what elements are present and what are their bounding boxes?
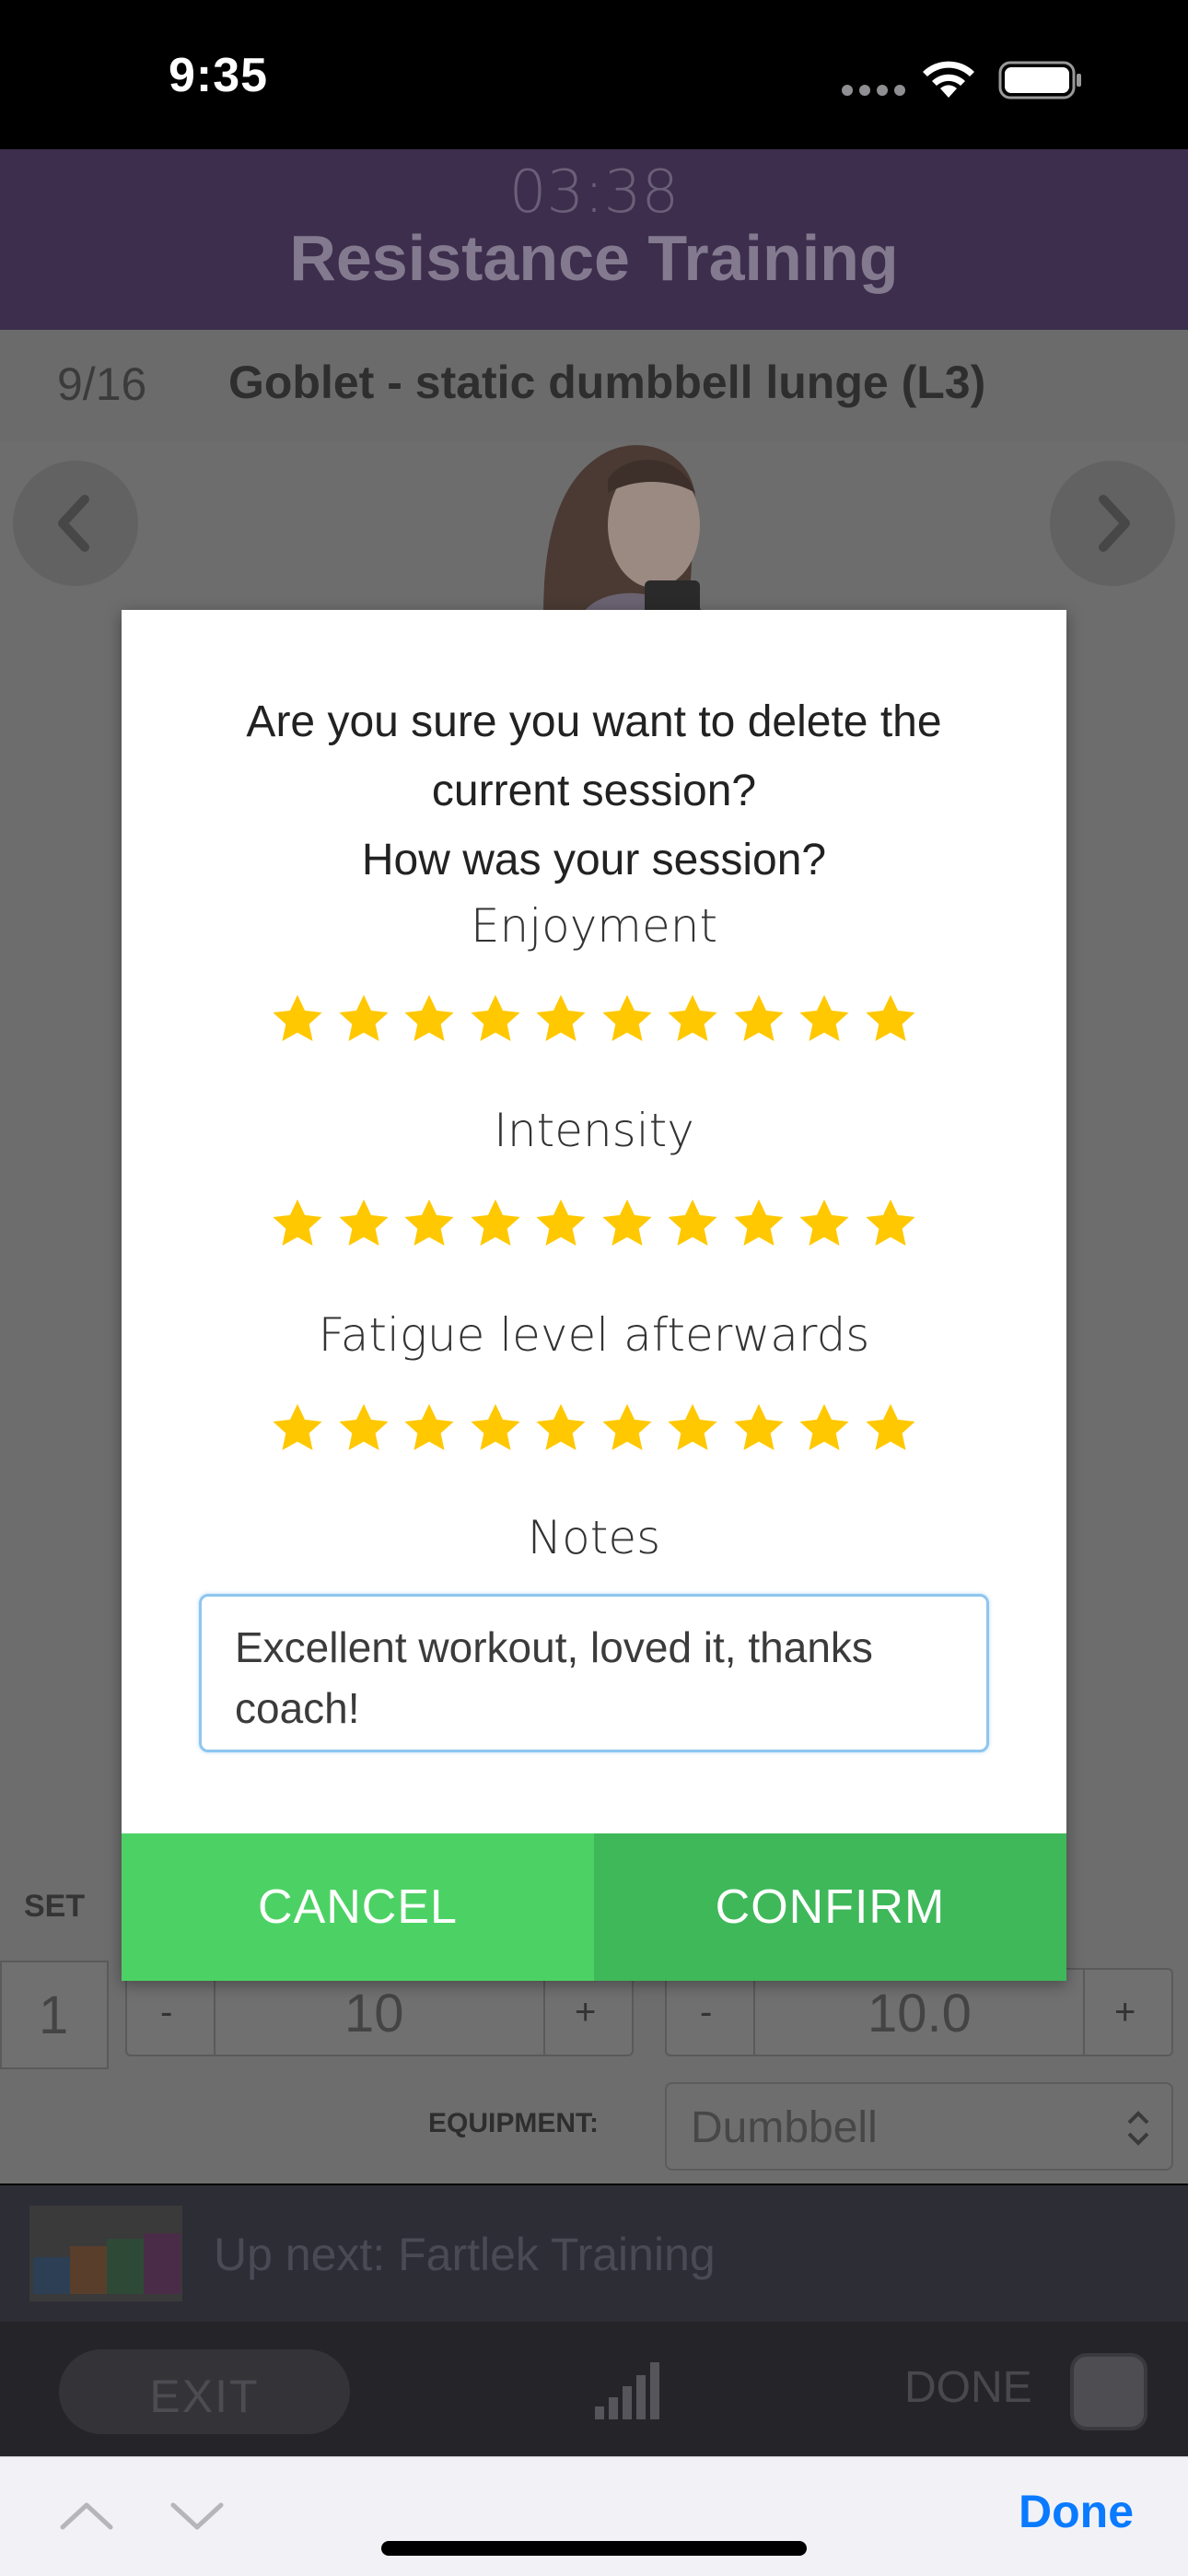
star-icon[interactable] [599, 1196, 656, 1253]
next-exercise-button[interactable] [1050, 461, 1175, 586]
dialog-question-line2: current session? [431, 767, 757, 815]
done-label: DONE [904, 2363, 1032, 2412]
chevron-right-icon [1099, 495, 1130, 552]
exit-button[interactable]: EXIT [59, 2349, 350, 2434]
equipment-value: Dumbbell [691, 2103, 878, 2152]
delete-session-dialog: Are you sure you want to delete the curr… [122, 610, 1066, 1981]
exercise-name: Goblet - static dumbbell lunge (L3) [228, 357, 986, 408]
star-icon[interactable] [335, 1400, 392, 1458]
previous-exercise-button[interactable] [13, 461, 138, 586]
home-indicator [381, 2541, 807, 2556]
chevron-up-icon[interactable] [59, 2498, 114, 2535]
exercise-row: 9/16 Goblet - static dumbbell lunge (L3) [0, 330, 1188, 442]
keyboard-done-button[interactable]: Done [1019, 2485, 1134, 2538]
notes-label: Notes [527, 1511, 661, 1564]
weight-value[interactable]: 10.0 [868, 1983, 972, 2044]
star-icon[interactable] [599, 1400, 656, 1458]
up-next-text: Up next: Fartlek Training [214, 2229, 716, 2280]
keyboard-accessory-bar: Done [0, 2456, 1188, 2576]
chevron-down-icon[interactable] [169, 2498, 225, 2535]
fatigue-rating[interactable] [269, 1400, 932, 1461]
session-timer: 03:38 [508, 158, 680, 227]
select-arrows-icon [1127, 2111, 1149, 2146]
intensity-label: Intensity [494, 1104, 694, 1157]
equipment-label: EQUIPMENT: [428, 2108, 600, 2138]
confirm-button[interactable]: CONFIRM [594, 1833, 1066, 1981]
star-icon[interactable] [730, 1196, 787, 1253]
weight-decrement-button[interactable]: - [700, 1992, 712, 2033]
dialog-question-line1: Are you sure you want to delete the [246, 697, 942, 746]
status-bar: 9:35 [0, 0, 1188, 149]
star-icon[interactable] [401, 991, 458, 1048]
star-icon[interactable] [862, 991, 919, 1048]
enjoyment-rating[interactable] [269, 991, 932, 1052]
notes-input[interactable]: Excellent workout, loved it, thanks coac… [202, 1597, 986, 1750]
star-icon[interactable] [730, 1400, 787, 1458]
star-icon[interactable] [467, 1400, 524, 1458]
star-icon[interactable] [664, 1196, 721, 1253]
exercise-photo [507, 442, 764, 617]
star-icon[interactable] [862, 1196, 919, 1253]
star-icon[interactable] [269, 1400, 326, 1458]
battery-icon [998, 61, 1081, 100]
wifi-icon [923, 61, 974, 98]
star-icon[interactable] [796, 991, 853, 1048]
star-icon[interactable] [664, 991, 721, 1048]
star-icon[interactable] [335, 1196, 392, 1253]
star-icon[interactable] [269, 1196, 326, 1253]
equipment-select[interactable]: Dumbbell [665, 2082, 1173, 2171]
star-icon[interactable] [401, 1196, 458, 1253]
set-column-header: SET [24, 1889, 86, 1924]
star-icon[interactable] [796, 1196, 853, 1253]
fatigue-label: Fatigue level afterwards [318, 1308, 870, 1362]
set-number: 1 [39, 1985, 69, 2045]
cellular-dots-icon [842, 85, 906, 96]
star-icon[interactable] [730, 991, 787, 1048]
notes-field[interactable]: Excellent workout, loved it, thanks coac… [199, 1594, 989, 1752]
star-icon[interactable] [269, 991, 326, 1048]
cancel-button[interactable]: CANCEL [122, 1833, 594, 1981]
status-time: 9:35 [169, 49, 269, 102]
done-checkbox[interactable] [1070, 2353, 1147, 2430]
chevron-left-icon [58, 495, 89, 552]
star-icon[interactable] [335, 991, 392, 1048]
star-icon[interactable] [467, 1196, 524, 1253]
enjoyment-label: Enjoyment [470, 899, 718, 953]
exercise-count: 9/16 [57, 358, 147, 410]
star-icon[interactable] [401, 1400, 458, 1458]
up-next-thumbnail [29, 2206, 182, 2301]
workout-header: 03:38 Resistance Training [0, 149, 1188, 330]
workout-title: Resistance Training [289, 222, 899, 294]
star-icon[interactable] [664, 1400, 721, 1458]
signal-bars-icon[interactable] [593, 2360, 663, 2419]
dialog-question-line3: How was your session? [361, 836, 827, 884]
weight-increment-button[interactable]: + [1114, 1992, 1136, 2033]
workout-footer: EXIT DONE [0, 2322, 1188, 2456]
weight-stepper: - 10.0 + [665, 1968, 1173, 2056]
reps-stepper: - 10 + [125, 1968, 634, 2056]
set-number-cell: 1 [0, 1961, 109, 2069]
star-icon[interactable] [862, 1400, 919, 1458]
up-next-bar[interactable]: Up next: Fartlek Training [0, 2185, 1188, 2322]
reps-decrement-button[interactable]: - [160, 1992, 172, 2033]
star-icon[interactable] [467, 991, 524, 1048]
star-icon[interactable] [532, 1400, 589, 1458]
star-icon[interactable] [599, 991, 656, 1048]
star-icon[interactable] [796, 1400, 853, 1458]
reps-increment-button[interactable]: + [575, 1992, 596, 2033]
star-icon[interactable] [532, 1196, 589, 1253]
star-icon[interactable] [532, 991, 589, 1048]
intensity-rating[interactable] [269, 1196, 932, 1257]
reps-value[interactable]: 10 [344, 1983, 404, 2044]
exit-label: EXIT [149, 2371, 260, 2422]
